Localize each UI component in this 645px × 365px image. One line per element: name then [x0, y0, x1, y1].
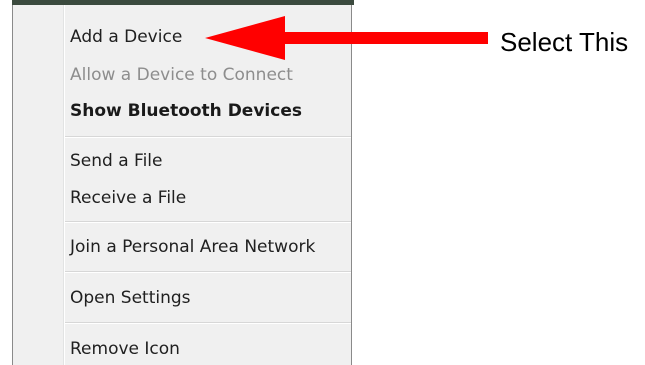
- callout-label: Select This: [500, 27, 629, 57]
- menu-item-allow-device-to-connect: Allow a Device to Connect: [70, 65, 293, 85]
- menu-separator: [65, 221, 351, 223]
- menu-gutter-divider-highlight: [64, 5, 65, 365]
- menu-item-show-bluetooth-devices[interactable]: Show Bluetooth Devices: [70, 101, 302, 121]
- arrow-shaft: [273, 32, 488, 44]
- screenshot-stage: Add a Device Allow a Device to Connect S…: [0, 0, 645, 365]
- red-arrow-icon: [205, 16, 488, 60]
- menu-item-send-a-file[interactable]: Send a File: [70, 151, 163, 171]
- menu-separator: [65, 136, 351, 138]
- menu-separator: [65, 322, 351, 324]
- menu-item-add-a-device[interactable]: Add a Device: [70, 27, 182, 47]
- menu-item-open-settings[interactable]: Open Settings: [70, 288, 191, 308]
- menu-item-join-personal-area-network[interactable]: Join a Personal Area Network: [70, 237, 315, 257]
- menu-item-remove-icon[interactable]: Remove Icon: [70, 339, 180, 359]
- arrow-head: [205, 16, 285, 60]
- menu-item-receive-a-file[interactable]: Receive a File: [70, 188, 186, 208]
- menu-separator: [65, 271, 351, 273]
